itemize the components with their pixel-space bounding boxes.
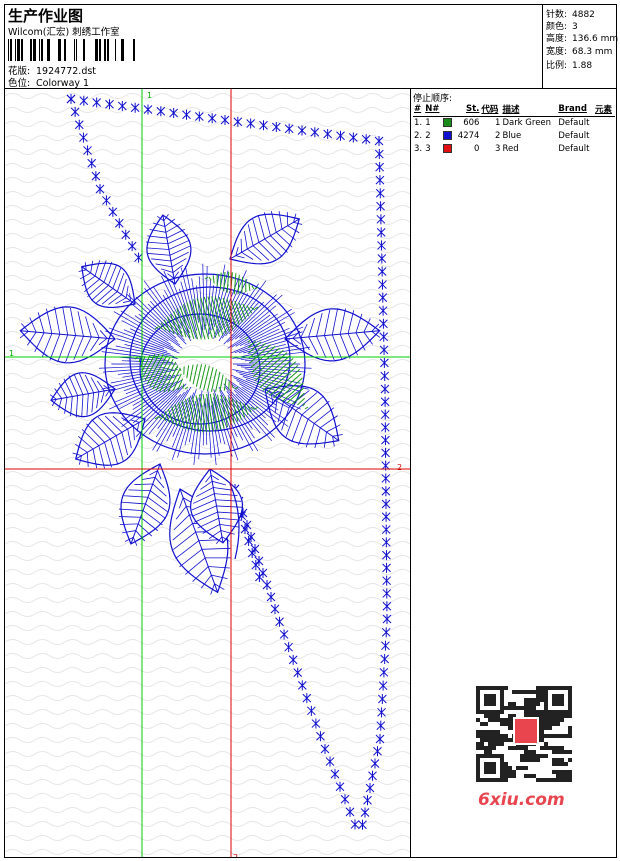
design-stats: 针数: 4882 颜色: 3 高度: 136.6 mm 宽度: 68.3 mm 比例: 1… <box>542 5 619 89</box>
row-description: Red <box>502 143 519 154</box>
row-needle: 3 <box>425 143 431 154</box>
row-element <box>594 116 615 129</box>
watermark-text: 6xiu.com <box>478 790 565 810</box>
row-code: 2 <box>495 130 501 141</box>
green-axis-top-label: 1 <box>147 91 153 100</box>
row-description: Blue <box>502 130 522 141</box>
colorway-label: 色位: <box>8 78 31 89</box>
col-header: 元素 <box>593 103 615 117</box>
row-code: 3 <box>495 143 501 154</box>
table-row: 3. 3 0 3 Red Default <box>413 142 615 155</box>
embroidery-preview: 1 1 2 2 <box>5 89 410 857</box>
row-needle: 1 <box>425 117 431 128</box>
col-header: N# <box>424 103 443 117</box>
colorway: 色位: Colorway 1 <box>8 75 89 89</box>
row-number: 3. <box>414 143 423 154</box>
table-row: 1. 1 606 1 Dark Green Default <box>413 116 615 129</box>
green-axis-left-label: 1 <box>9 349 15 358</box>
row-brand: Default <box>558 130 590 141</box>
col-header: # <box>413 103 425 117</box>
col-header: St. <box>454 103 481 117</box>
row-description: Dark Green <box>502 117 552 128</box>
row-swatch <box>442 129 454 142</box>
table-row: 2. 2 4274 2 Blue Default <box>413 129 615 142</box>
company-name: Wilcom(汇宏) 刺绣工作室 <box>8 27 120 38</box>
embroidery-drawing <box>5 89 410 857</box>
row-stitches: 0 <box>474 143 480 154</box>
header-info: 生产作业图 Wilcom(汇宏) 刺绣工作室 花版: 1924772.dst 色位… <box>5 5 542 89</box>
row-element <box>594 129 615 142</box>
worksheet-header: 生产作业图 Wilcom(汇宏) 刺绣工作室 花版: 1924772.dst 色位… <box>5 5 619 89</box>
row-stitches: 606 <box>463 117 480 128</box>
color-swatch <box>443 143 453 153</box>
barcode-icon <box>8 39 135 61</box>
row-brand: Default <box>558 117 590 128</box>
row-code: 1 <box>495 117 501 128</box>
color-swatch <box>443 130 453 140</box>
row-element <box>594 142 615 155</box>
row-number: 1. <box>414 117 423 128</box>
row-brand: Default <box>558 143 590 154</box>
row-swatch <box>442 142 454 155</box>
worksheet-title: 生产作业图 <box>8 7 84 25</box>
qr-code-icon <box>470 680 580 790</box>
col-header: 描述 <box>501 103 558 117</box>
row-stitches: 4274 <box>457 130 480 141</box>
col-header: 代码 <box>480 103 502 117</box>
red-axis-bottom-label: 2 <box>233 853 238 857</box>
stat-width: 宽度: 68.3 mm <box>546 47 613 57</box>
col-header <box>442 103 455 117</box>
stat-scale: 比例: 1.88 <box>546 61 593 71</box>
red-axis-right-label: 2 <box>397 463 403 472</box>
color-swatch <box>443 117 453 127</box>
colorway-value: Colorway 1 <box>36 78 90 89</box>
row-needle: 2 <box>425 130 431 141</box>
col-header: Brand <box>557 103 594 117</box>
stat-height: 高度: 136.6 mm <box>546 34 619 44</box>
stop-sequence-table: # N# St. 代码 描述 Brand 元素 1. 1 606 1 Dark Gree… <box>413 103 615 155</box>
row-swatch <box>442 116 454 129</box>
row-number: 2. <box>414 130 423 141</box>
table-header-row: # N# St. 代码 描述 Brand 元素 <box>413 103 615 117</box>
